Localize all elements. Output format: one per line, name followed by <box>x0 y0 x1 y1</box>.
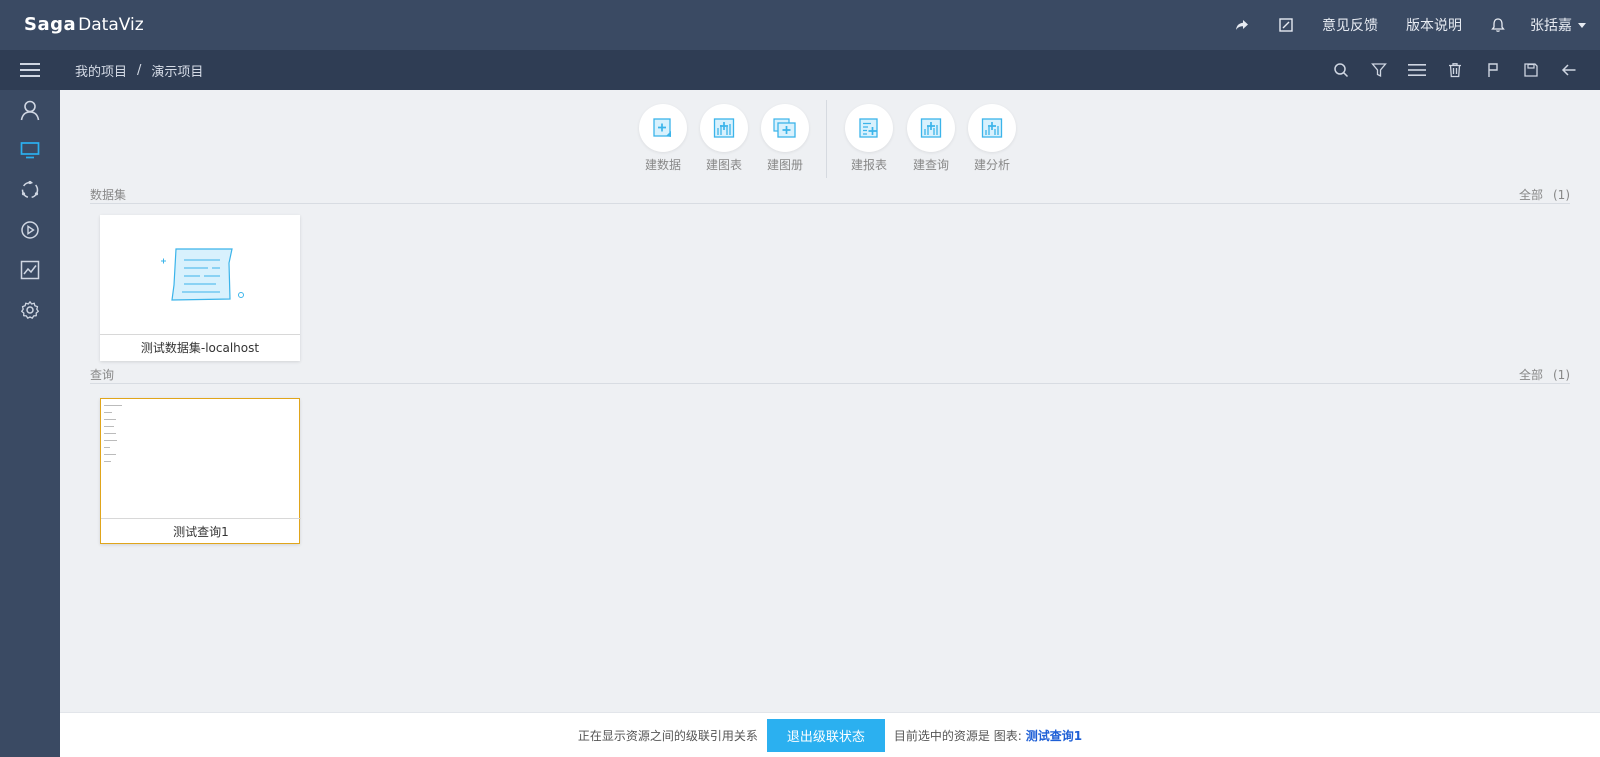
create-query-button[interactable]: 建查询 <box>901 104 961 173</box>
edit-icon[interactable] <box>1264 0 1308 50</box>
release-notes-link[interactable]: 版本说明 <box>1406 15 1462 35</box>
save-icon[interactable] <box>1512 50 1550 90</box>
section-title: 查询 <box>90 368 115 382</box>
section-all-label: 全部 <box>1518 188 1543 202</box>
flag-icon[interactable] <box>1474 50 1512 90</box>
left-nav <box>0 90 60 757</box>
nav-play-icon[interactable] <box>0 210 60 250</box>
datasets-section-header: 数据集 全部 (1) <box>90 184 1570 204</box>
main-content: 建数据 建图表 建图册 建报表 建查询 建分析 数据集 全部 (1) 测试数据集… <box>60 90 1600 712</box>
action-label: 建报表 <box>850 158 887 172</box>
dataset-name: 测试数据集-localhost <box>140 341 260 355</box>
create-dataset-button[interactable]: 建数据 <box>633 104 693 173</box>
trash-icon[interactable] <box>1436 50 1474 90</box>
chevron-down-icon <box>1578 22 1586 28</box>
list-icon[interactable] <box>1398 50 1436 90</box>
section-count-number: (1) <box>1553 368 1570 382</box>
cascade-status-bar: 正在显示资源之间的级联引用关系 退出级联状态 目前选中的资源是 图表: 测试查询… <box>60 712 1600 757</box>
nav-cycle-icon[interactable] <box>0 170 60 210</box>
action-label: 建图册 <box>766 158 803 172</box>
query-preview-lines <box>104 402 122 468</box>
query-thumbnail <box>101 399 301 519</box>
user-name: 张括嘉 <box>1530 18 1572 34</box>
create-analysis-button[interactable]: 建分析 <box>962 104 1022 173</box>
status-message: 正在显示资源之间的级联引用关系 <box>577 729 758 743</box>
logo-name: DataViz <box>78 14 144 35</box>
selected-resource-label: 目前选中的资源是 图表: <box>893 729 1022 743</box>
new-chart-icon <box>700 104 748 152</box>
top-bar: Saga DataViz 意见反馈 版本说明 张括嘉 <box>0 0 1600 50</box>
new-query-icon <box>907 104 955 152</box>
user-menu[interactable]: 张括嘉 <box>1530 15 1586 35</box>
dataset-thumbnail <box>100 215 300 335</box>
nav-chart-icon[interactable] <box>0 250 60 290</box>
new-report-icon <box>845 104 893 152</box>
create-chart-button[interactable]: 建图表 <box>694 104 754 173</box>
selected-resource-name[interactable]: 测试查询1 <box>1026 727 1082 744</box>
section-count-number: (1) <box>1553 188 1570 202</box>
share-icon[interactable] <box>1220 0 1264 50</box>
section-title: 数据集 <box>90 188 127 202</box>
search-icon[interactable] <box>1322 50 1360 90</box>
action-label: 建数据 <box>644 158 681 172</box>
create-report-button[interactable]: 建报表 <box>839 104 899 173</box>
breadcrumb: 我的项目 / 演示项目 <box>75 50 203 90</box>
menu-icon[interactable] <box>0 50 60 90</box>
breadcrumb-current: 演示项目 <box>151 64 204 80</box>
action-divider <box>826 100 827 178</box>
exit-cascade-button[interactable]: 退出级联状态 <box>766 719 885 752</box>
toolbar <box>1322 50 1588 90</box>
nav-monitor-icon[interactable] <box>0 130 60 170</box>
action-label: 建图表 <box>705 158 742 172</box>
create-album-button[interactable]: 建图册 <box>755 104 815 173</box>
create-actions: 建数据 建图表 建图册 建报表 建查询 建分析 <box>60 90 1600 180</box>
nav-settings-icon[interactable] <box>0 290 60 330</box>
bell-icon[interactable] <box>1476 0 1520 50</box>
feedback-link[interactable]: 意见反馈 <box>1322 15 1378 35</box>
breadcrumb-root[interactable]: 我的项目 <box>75 61 127 80</box>
section-count[interactable]: 全部 (1) <box>1519 186 1570 203</box>
query-name: 测试查询1 <box>173 525 229 539</box>
breadcrumb-separator: / <box>137 62 142 78</box>
new-album-icon <box>761 104 809 152</box>
action-label: 建分析 <box>973 158 1010 172</box>
action-label: 建查询 <box>912 158 949 172</box>
nav-user-icon[interactable] <box>0 90 60 130</box>
dataset-file-icon <box>161 248 244 301</box>
query-card[interactable]: 测试查询1 <box>100 398 301 544</box>
new-analysis-icon <box>968 104 1016 152</box>
filter-icon[interactable] <box>1360 50 1398 90</box>
dataset-card[interactable]: 测试数据集-localhost <box>100 215 300 361</box>
sub-bar: 我的项目 / 演示项目 <box>0 50 1600 90</box>
back-arrow-icon[interactable] <box>1550 50 1588 90</box>
new-dataset-icon <box>639 104 687 152</box>
queries-section-header: 查询 全部 (1) <box>90 364 1570 384</box>
section-count[interactable]: 全部 (1) <box>1519 366 1570 383</box>
section-all-label: 全部 <box>1518 368 1543 382</box>
top-right-menu: 意见反馈 版本说明 张括嘉 <box>1220 0 1586 50</box>
app-logo[interactable]: Saga DataViz <box>24 14 144 35</box>
logo-mark: Saga <box>24 14 77 35</box>
